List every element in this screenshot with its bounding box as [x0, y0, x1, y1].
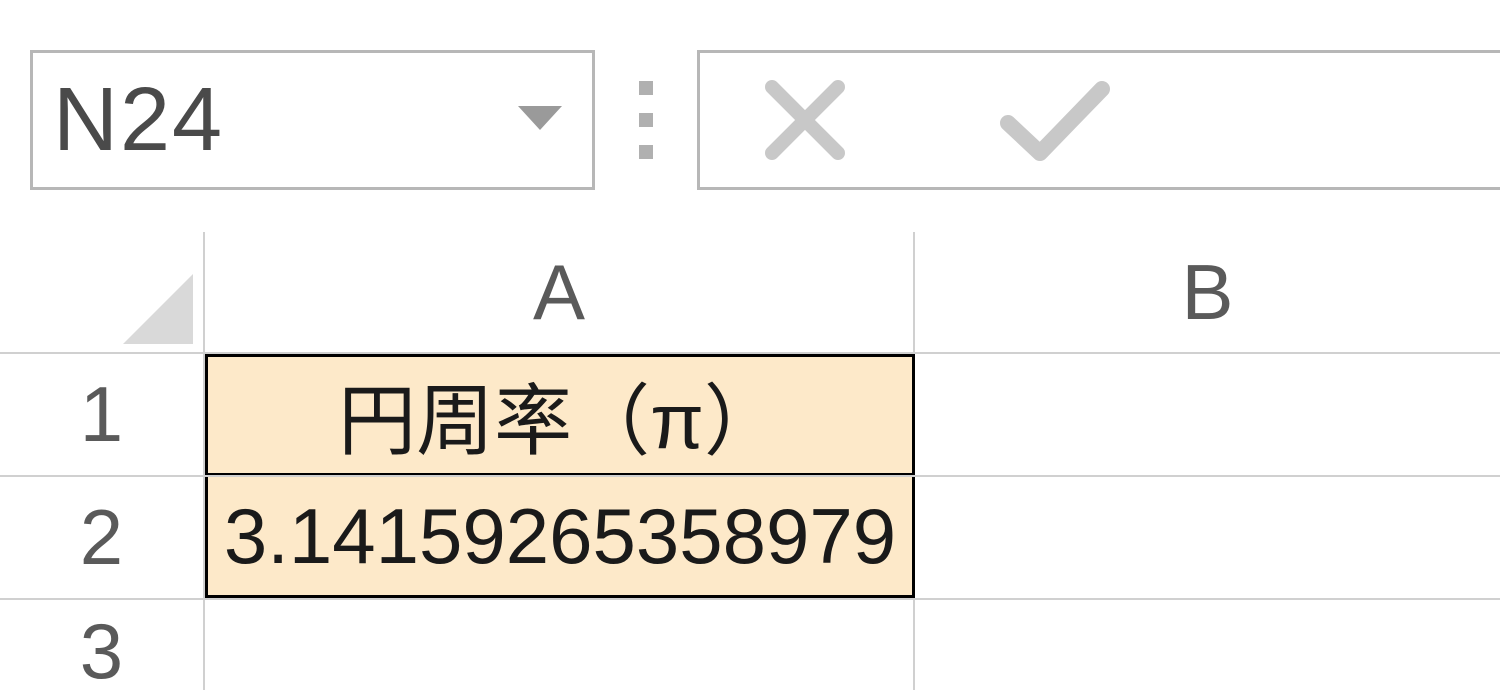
cell-A2[interactable]: 3.14159265358979 [205, 477, 915, 598]
formula-bar: N24 [30, 50, 1500, 190]
row-2: 2 3.14159265358979 [0, 477, 1500, 600]
row-3: 3 [0, 600, 1500, 690]
column-header-B[interactable]: B [915, 232, 1500, 352]
row-header-3[interactable]: 3 [0, 600, 205, 690]
formula-input-area[interactable] [697, 50, 1500, 190]
cell-A1[interactable]: 円周率（π） [205, 354, 915, 475]
chevron-down-icon[interactable] [518, 106, 562, 134]
cancel-icon [760, 75, 850, 165]
select-all-corner[interactable] [0, 232, 205, 352]
column-header-row: A B [0, 232, 1500, 354]
cell-B1[interactable] [915, 354, 1500, 475]
column-header-A[interactable]: A [205, 232, 915, 352]
cell-B2[interactable] [915, 477, 1500, 598]
cell-A3[interactable] [205, 600, 915, 690]
row-header-1[interactable]: 1 [0, 354, 205, 475]
row-1: 1 円周率（π） [0, 354, 1500, 477]
row-header-2[interactable]: 2 [0, 477, 205, 598]
drag-handle-icon[interactable] [635, 81, 657, 159]
confirm-icon [1000, 75, 1110, 165]
name-box-value: N24 [53, 69, 224, 172]
spreadsheet-grid: A B 1 円周率（π） 2 3.14159265358979 3 [0, 232, 1500, 693]
name-box[interactable]: N24 [30, 50, 595, 190]
cell-B3[interactable] [915, 600, 1500, 690]
